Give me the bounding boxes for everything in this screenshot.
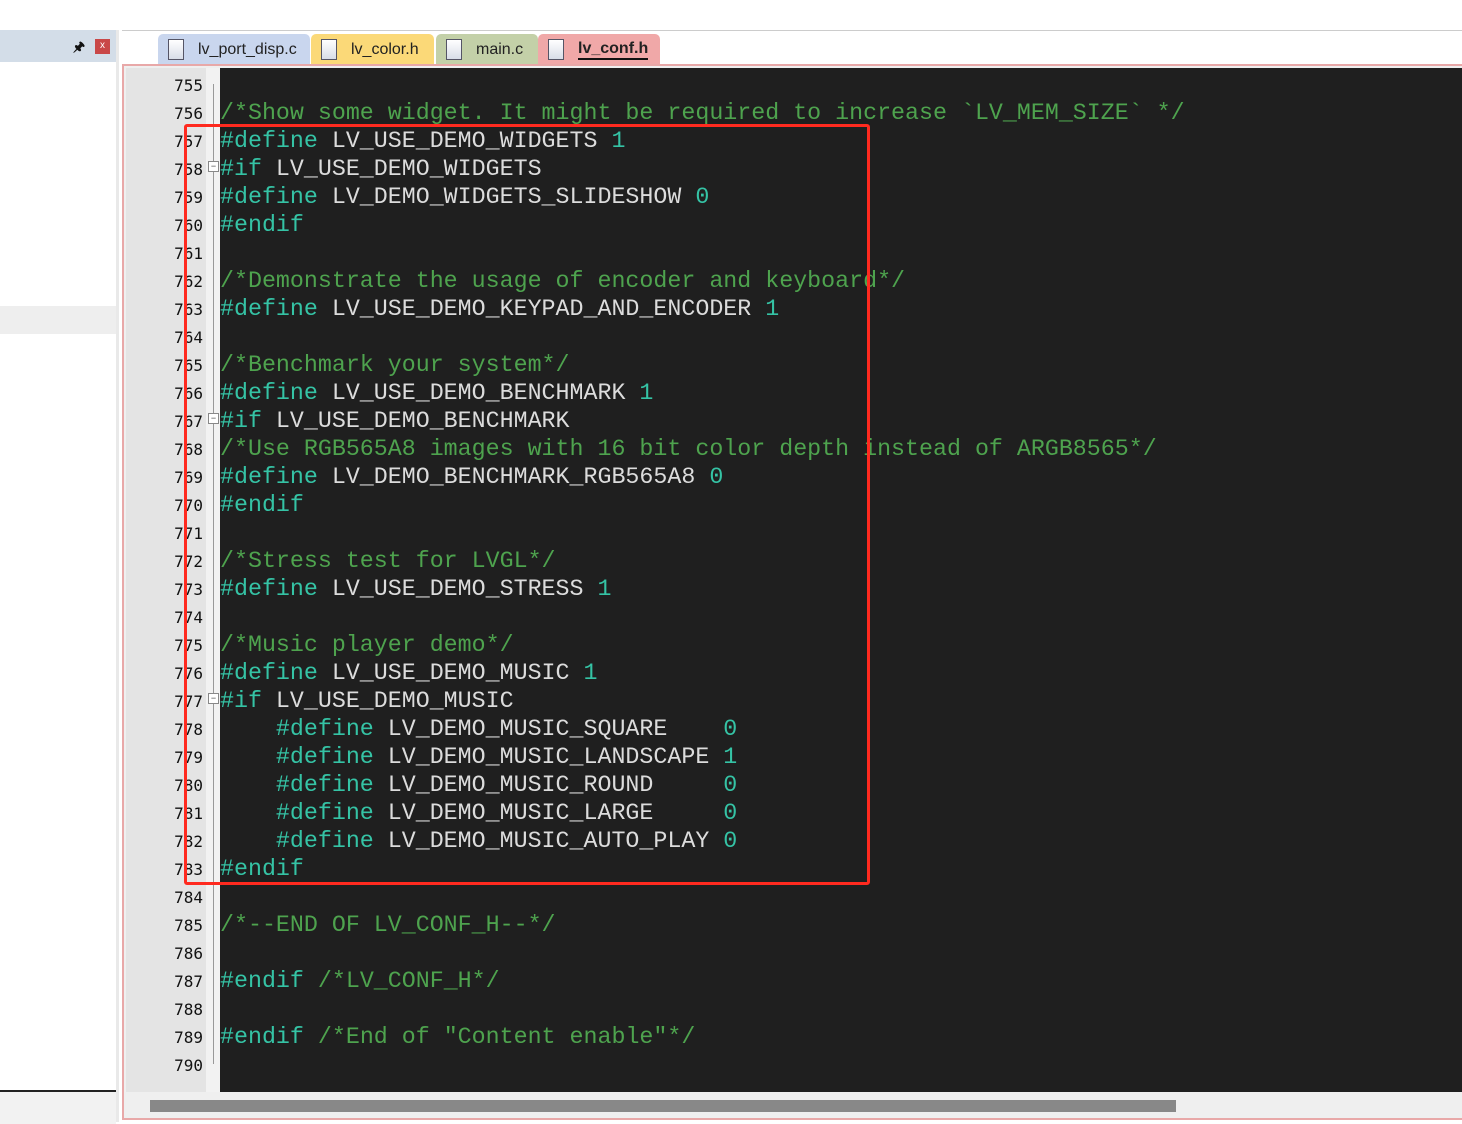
code-line[interactable]: 786 bbox=[174, 939, 1462, 967]
side-panel: 🖈 x bbox=[0, 30, 116, 1124]
code-text: #endif /*LV_CONF_H*/ bbox=[220, 967, 500, 995]
code-line[interactable]: 790 bbox=[174, 1051, 1462, 1079]
tab-lv-color[interactable]: lv_color.h bbox=[311, 34, 434, 65]
file-icon bbox=[321, 39, 337, 60]
tab-label: lv_port_disp.c bbox=[198, 40, 297, 58]
line-number: 789 bbox=[174, 1028, 203, 1047]
line-number: 784 bbox=[174, 888, 203, 907]
line-number: 755 bbox=[174, 76, 203, 95]
directive-token: #endif bbox=[220, 1024, 318, 1050]
code-line[interactable]: 789 #endif /*End of "Content enable"*/ bbox=[174, 1023, 1462, 1051]
tab-label: lv_color.h bbox=[351, 40, 419, 58]
comment-token: /*Show some widget. It might be required… bbox=[220, 100, 1185, 126]
tab-bar: lv_port_disp.c lv_color.h main.c lv_conf… bbox=[122, 30, 1462, 65]
tab-lv-conf[interactable]: lv_conf.h bbox=[538, 34, 660, 65]
close-panel-button[interactable]: x bbox=[95, 39, 110, 54]
file-icon bbox=[548, 39, 564, 60]
line-number: 785 bbox=[174, 916, 203, 935]
code-line[interactable]: 784 bbox=[174, 883, 1462, 911]
code-line[interactable]: 788 bbox=[174, 995, 1462, 1023]
file-icon bbox=[446, 39, 462, 60]
line-number: 790 bbox=[174, 1056, 203, 1075]
directive-token: #endif bbox=[220, 968, 318, 994]
pin-icon[interactable]: 🖈 bbox=[73, 38, 85, 60]
comment-token: /*End of "Content enable"*/ bbox=[317, 1024, 696, 1050]
tab-main[interactable]: main.c bbox=[436, 34, 538, 65]
comment-token: /*LV_CONF_H*/ bbox=[317, 968, 500, 994]
code-text: /*Show some widget. It might be required… bbox=[220, 99, 1185, 127]
code-line[interactable]: 787 #endif /*LV_CONF_H*/ bbox=[174, 967, 1462, 995]
side-panel-footer bbox=[0, 1090, 116, 1124]
side-panel-selected-row[interactable] bbox=[0, 306, 116, 334]
code-line[interactable]: 785 /*--END OF LV_CONF_H--*/ bbox=[174, 911, 1462, 939]
line-number: 788 bbox=[174, 1000, 203, 1019]
tab-label: main.c bbox=[476, 40, 524, 58]
panel-splitter[interactable] bbox=[116, 30, 119, 1122]
code-line[interactable]: 755 bbox=[174, 71, 1462, 99]
file-icon bbox=[168, 39, 184, 60]
line-number: 786 bbox=[174, 944, 203, 963]
highlight-box bbox=[184, 124, 870, 885]
horizontal-scrollbar[interactable] bbox=[150, 1100, 1176, 1112]
code-text: #endif /*End of "Content enable"*/ bbox=[220, 1023, 695, 1051]
code-line[interactable]: 756 /*Show some widget. It might be requi… bbox=[174, 99, 1462, 127]
comment-token: /*--END OF LV_CONF_H--*/ bbox=[220, 912, 556, 938]
code-text: /*--END OF LV_CONF_H--*/ bbox=[220, 911, 556, 939]
tab-lv-port-disp[interactable]: lv_port_disp.c bbox=[158, 34, 310, 65]
side-panel-header: 🖈 x bbox=[0, 30, 116, 62]
line-number: 756 bbox=[174, 104, 203, 123]
tab-label: lv_conf.h bbox=[578, 40, 649, 60]
line-number: 787 bbox=[174, 972, 203, 991]
